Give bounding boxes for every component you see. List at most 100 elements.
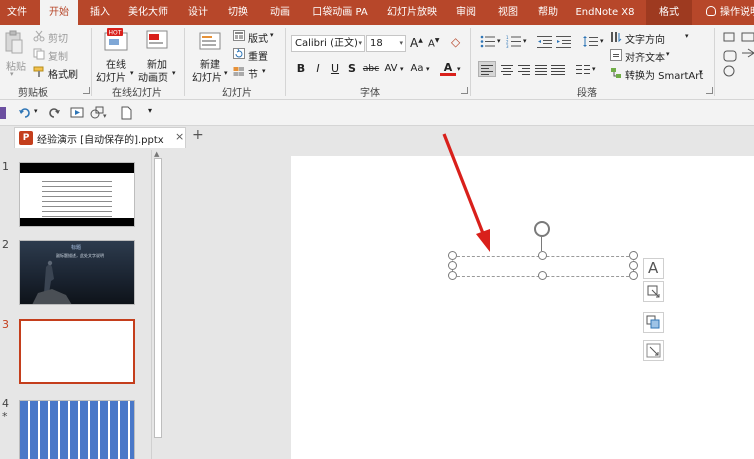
new-animation-page-icon[interactable] (145, 28, 171, 52)
format-shape-button[interactable] (643, 340, 664, 361)
add-tab-button[interactable]: + (192, 127, 204, 143)
shapes-dropdown-icon[interactable]: ▾ (90, 106, 108, 120)
format-painter-icon[interactable] (33, 66, 45, 78)
resize-handle-top-right[interactable] (629, 251, 638, 260)
character-spacing-dropdown-icon[interactable]: ▾ (400, 65, 404, 73)
align-center-icon[interactable] (499, 62, 515, 76)
tab-file[interactable]: 文件 (0, 0, 34, 25)
smartart-label[interactable]: 转换为 SmartArt (625, 67, 703, 82)
underline-button[interactable]: U (327, 61, 343, 77)
document-tab[interactable]: P 经验演示 [自动保存的].pptx × (14, 127, 186, 148)
start-slideshow-icon[interactable] (70, 106, 84, 120)
thumbnail-scrollbar[interactable]: ▲ (151, 150, 163, 459)
shadow-button[interactable]: S (344, 61, 360, 77)
bullets-dropdown-icon[interactable]: ▾ (497, 37, 501, 45)
numbering-icon[interactable]: 1 2 3 (506, 35, 522, 48)
strikethrough-button[interactable]: abc (361, 61, 381, 77)
clear-format-icon[interactable]: ◇ (451, 35, 460, 49)
tab-meihua[interactable]: 美化大师 (122, 0, 174, 25)
tab-endnote[interactable]: EndNote X8 (572, 0, 638, 25)
justify-icon[interactable] (533, 62, 549, 76)
line-spacing-dropdown-icon[interactable]: ▾ (600, 37, 604, 45)
shape-fill-button[interactable] (643, 312, 664, 333)
layout-dropdown-icon[interactable]: ▾ (270, 31, 274, 39)
decrease-font-icon[interactable]: A▼ (428, 37, 439, 49)
tab-home[interactable]: 开始 (40, 0, 78, 25)
align-text-label[interactable]: 对齐文本 (625, 49, 665, 64)
resize-handle-top-middle[interactable] (538, 251, 547, 260)
change-case-button[interactable]: Aa (408, 61, 426, 77)
reset-icon[interactable] (233, 48, 245, 59)
section-dropdown-icon[interactable]: ▾ (262, 67, 266, 75)
increase-indent-icon[interactable] (556, 35, 572, 48)
line-spacing-icon[interactable] (583, 35, 599, 48)
copy-icon[interactable] (33, 48, 45, 60)
align-right-icon[interactable] (516, 62, 532, 76)
save-icon[interactable] (0, 107, 6, 119)
font-launcher-icon[interactable] (461, 87, 468, 94)
undo-dropdown-icon[interactable]: ▾ (34, 107, 38, 115)
online-slides-dropdown-icon[interactable]: ▾ (130, 69, 134, 77)
tab-insert[interactable]: 插入 (82, 0, 118, 25)
tab-design[interactable]: 设计 (180, 0, 216, 25)
smartart-icon[interactable] (610, 67, 622, 79)
layout-label[interactable]: 版式 (248, 30, 268, 45)
align-left-button[interactable] (478, 61, 496, 77)
italic-button[interactable]: I (310, 61, 326, 77)
text-direction-dropdown-icon[interactable]: ▾ (685, 32, 689, 40)
tab-slideshow[interactable]: 幻灯片放映 (382, 0, 442, 25)
copy-label[interactable]: 复制 (48, 48, 68, 63)
layout-icon[interactable] (233, 30, 245, 41)
change-case-dropdown-icon[interactable]: ▾ (426, 65, 430, 73)
section-label[interactable]: 节 (248, 66, 258, 81)
tab-review[interactable]: 审阅 (448, 0, 484, 25)
font-color-dropdown-icon[interactable]: ▾ (457, 65, 461, 73)
decrease-indent-icon[interactable] (537, 35, 553, 48)
undo-icon[interactable] (18, 106, 32, 120)
tab-transitions[interactable]: 切换 (220, 0, 256, 25)
paragraph-launcher-icon[interactable] (706, 87, 713, 94)
increase-font-icon[interactable]: A▲ (410, 36, 423, 50)
current-slide-canvas[interactable] (291, 156, 754, 459)
customize-qat-icon[interactable]: ▾ (148, 106, 152, 115)
smartart-dropdown-icon[interactable]: ▾ (699, 68, 703, 76)
online-slides-icon[interactable]: HOT (104, 28, 130, 52)
slide-thumbnail-2[interactable]: 标题 副标题描述，此处文字说明 (19, 240, 135, 305)
redo-icon[interactable] (47, 106, 61, 120)
resize-handle-bottom-middle[interactable] (538, 271, 547, 280)
align-text-icon[interactable] (610, 49, 622, 61)
slide-thumbnail-4[interactable] (19, 400, 135, 459)
rotate-handle-icon[interactable] (534, 221, 550, 237)
align-text-dropdown-icon[interactable]: ▾ (666, 50, 670, 58)
tab-format[interactable]: 格式 (646, 0, 692, 25)
new-slide-dropdown-icon[interactable]: ▾ (224, 69, 228, 77)
cut-label[interactable]: 剪切 (48, 30, 68, 45)
format-painter-label[interactable]: 格式刷 (48, 66, 78, 81)
bullets-icon[interactable] (480, 35, 496, 48)
tab-view[interactable]: 视图 (490, 0, 526, 25)
new-animation-page-dropdown-icon[interactable]: ▾ (172, 69, 176, 77)
font-size-select[interactable]: 18 ▾ (366, 35, 406, 52)
resize-handle-right-middle[interactable] (629, 261, 638, 270)
clipboard-launcher-icon[interactable] (83, 87, 90, 94)
online-slides-label-2[interactable]: 幻灯片 (96, 69, 126, 84)
bold-button[interactable]: B (293, 61, 309, 77)
scroll-up-icon[interactable]: ▲ (154, 150, 159, 158)
tell-me-box[interactable]: 操作说明 (706, 0, 754, 25)
resize-handle-bottom-left[interactable] (448, 271, 457, 280)
close-tab-button[interactable]: × (175, 130, 184, 143)
tab-help[interactable]: 帮助 (530, 0, 566, 25)
paste-icon[interactable] (4, 30, 24, 56)
slide-thumbnail-1[interactable] (19, 162, 135, 227)
tab-pocket-animation[interactable]: 口袋动画 PA (306, 0, 374, 25)
paste-dropdown-icon[interactable]: ▾ (10, 70, 14, 78)
text-options-button[interactable]: A (643, 258, 664, 279)
slide-thumbnail-3[interactable] (19, 319, 135, 384)
new-document-icon[interactable] (120, 106, 132, 120)
font-family-select[interactable]: Calibri (正文) ▾ (291, 35, 365, 52)
character-spacing-button[interactable]: AV (382, 61, 400, 77)
columns-dropdown-icon[interactable]: ▾ (592, 65, 596, 73)
new-slide-icon[interactable] (197, 29, 223, 53)
resize-handle-left-middle[interactable] (448, 261, 457, 270)
columns-icon[interactable] (575, 62, 591, 76)
